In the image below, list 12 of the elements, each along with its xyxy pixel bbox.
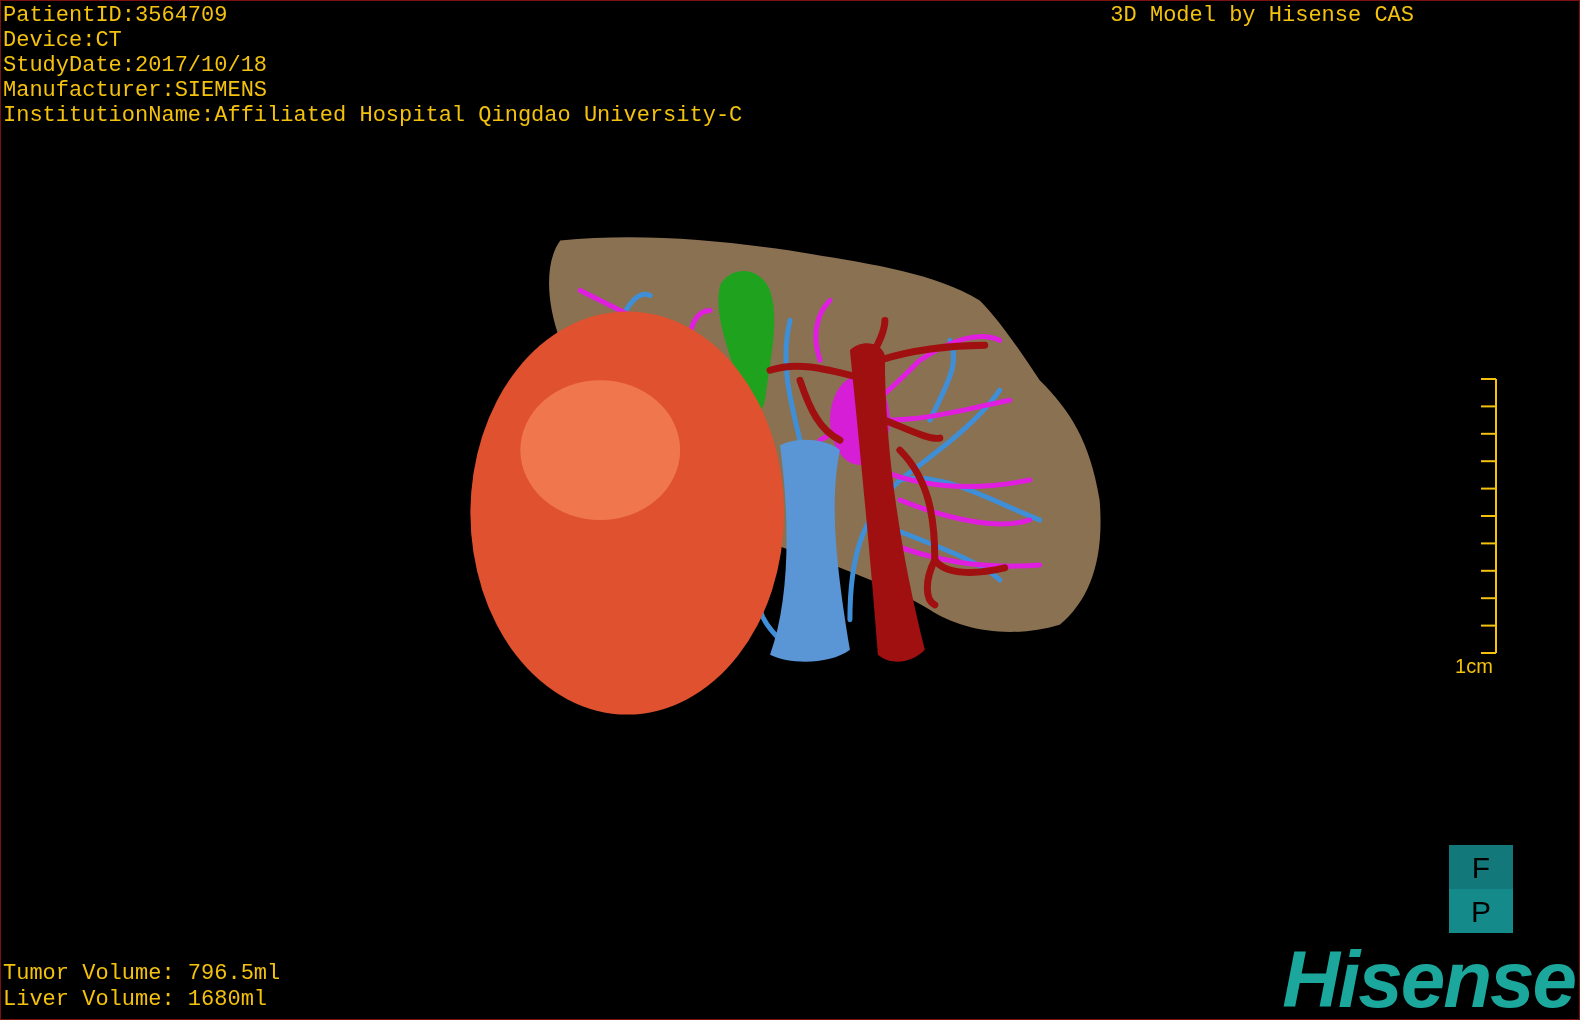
- orientation-label: F: [1449, 845, 1513, 889]
- volume-text: Tumor Volume: 796.5ml: [3, 961, 281, 987]
- volume-text: Liver Volume: 1680ml: [3, 987, 269, 1013]
- patient-info-text: StudyDate:2017/10/18: [3, 53, 269, 78]
- patient-info-text: PatientID:3564709: [3, 3, 229, 28]
- patient-info-text: Device:CT: [3, 28, 123, 53]
- scale-label: 1cm: [1455, 654, 1493, 678]
- orientation-label: P: [1449, 889, 1513, 933]
- patient-info-text: Manufacturer:SIEMENS: [3, 78, 269, 103]
- patient-info-text: InstitutionName:Affiliated Hospital Qingdao University-C: [3, 103, 743, 128]
- model-title: 3D Model by Hisense CAS: [1110, 2, 1414, 28]
- brand-logo: Hisense: [1282, 945, 1576, 1019]
